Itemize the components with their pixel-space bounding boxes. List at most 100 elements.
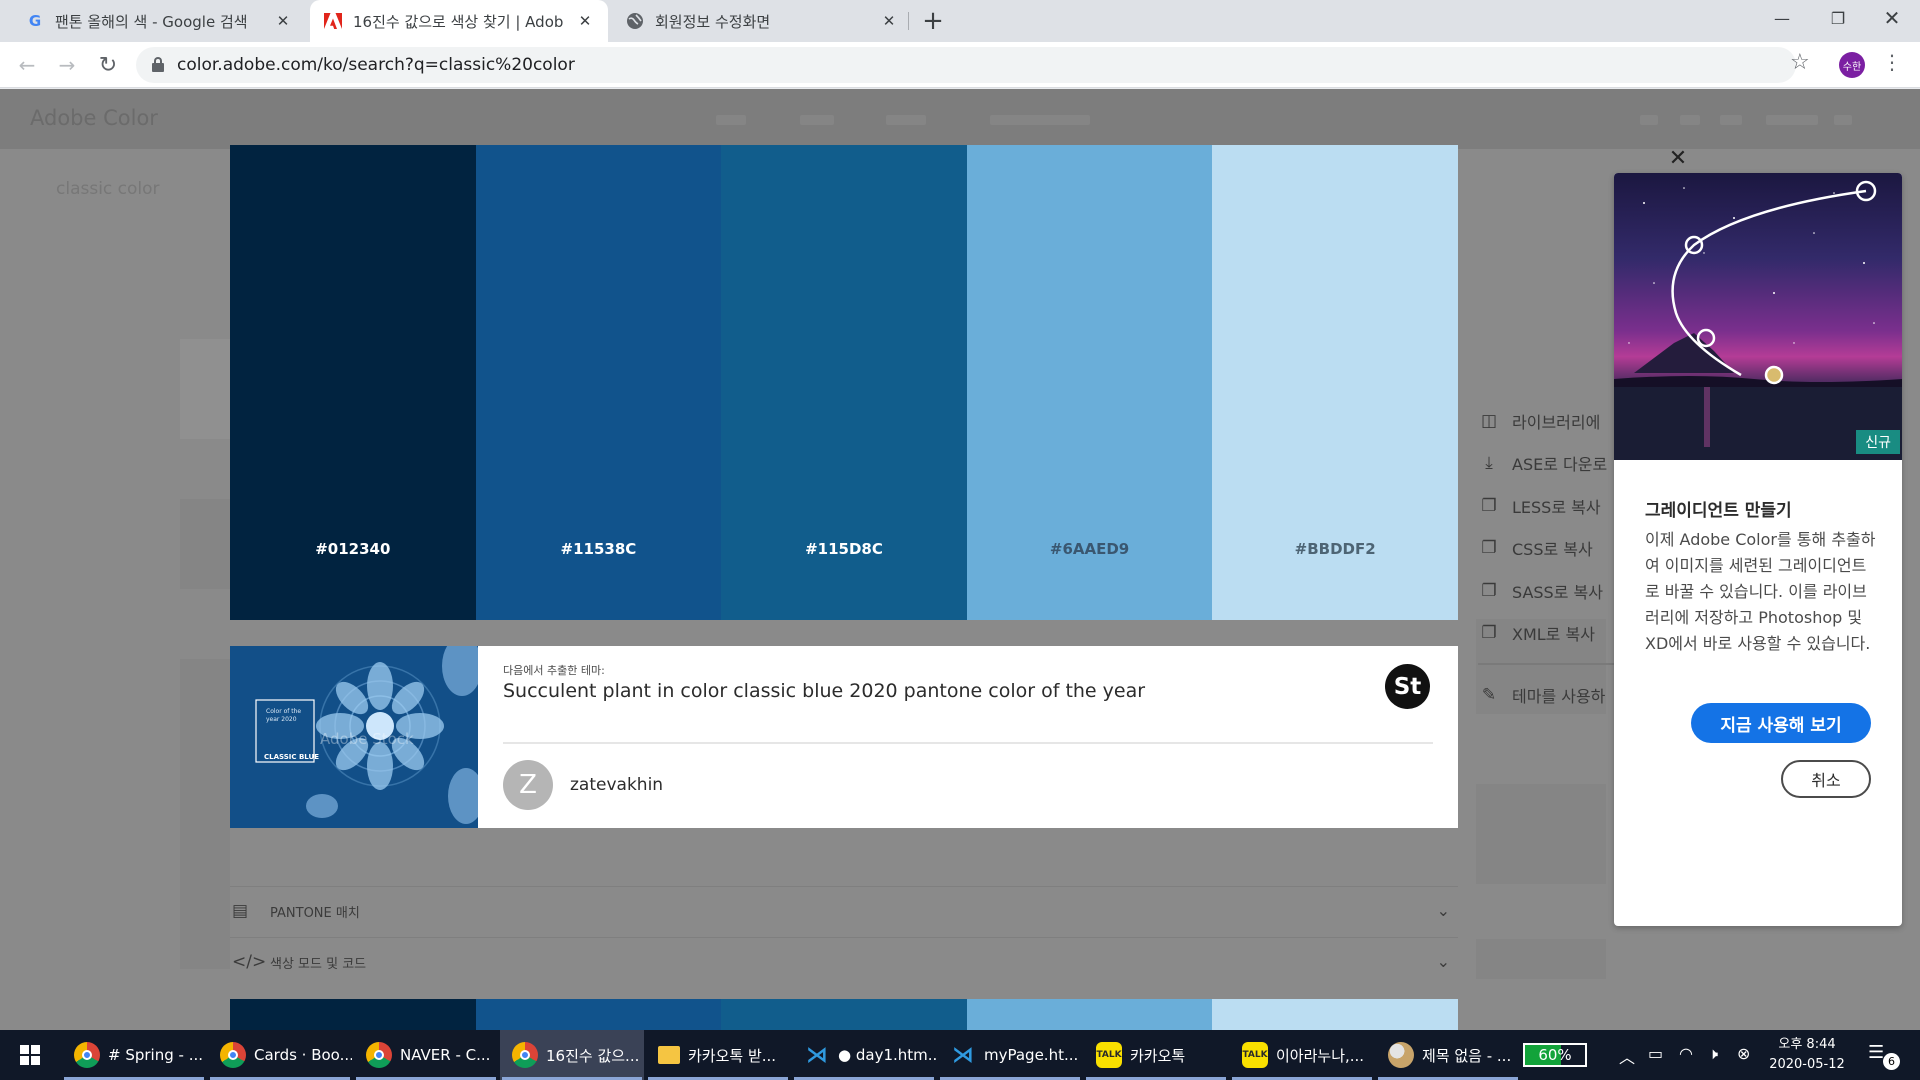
color-mode-section[interactable]: </> 색상 모드 및 코드 ⌄: [230, 937, 1458, 987]
color-swatch[interactable]: #BBDDF2: [1212, 145, 1458, 620]
next-palette-preview[interactable]: [230, 999, 1458, 1030]
battery-icon[interactable]: ▭: [1648, 1044, 1663, 1063]
color-swatch[interactable]: #11538C: [475, 145, 722, 620]
adobe-icon: [324, 12, 342, 30]
color-swatch[interactable]: #6AAED9: [966, 145, 1213, 620]
thumb-caption: Color of the: [266, 708, 302, 715]
copy-less-action[interactable]: ❐ LESS로 복사: [1478, 494, 1600, 518]
lock-icon[interactable]: [152, 57, 164, 73]
taskbar-item-kakaotalk[interactable]: TALK 이아라누나,...: [1230, 1030, 1374, 1080]
url-text[interactable]: color.adobe.com/ko/search?q=classic%20co…: [177, 55, 575, 75]
vscode-icon: ⋊: [952, 1042, 974, 1068]
swatch-hex-label[interactable]: #6AAED9: [967, 540, 1213, 558]
close-window-button[interactable]: ✕: [1864, 0, 1920, 36]
site-logo[interactable]: Adobe Color: [30, 106, 158, 130]
source-title[interactable]: Succulent plant in color classic blue 20…: [503, 680, 1145, 702]
swatch-hex-label[interactable]: #115D8C: [721, 540, 967, 558]
close-tab-icon[interactable]: ✕: [880, 12, 898, 30]
taskbar-item-kakaotalk[interactable]: TALK 카카오톡: [1084, 1030, 1228, 1080]
browser-menu-icon[interactable]: ⋮: [1882, 50, 1902, 74]
bookmark-star-icon[interactable]: ☆: [1790, 50, 1810, 75]
swatch-hex-label[interactable]: #BBDDF2: [1212, 540, 1458, 558]
windows-start-button[interactable]: [8, 1030, 52, 1080]
copy-icon: ❐: [1481, 496, 1497, 516]
download-ase-action[interactable]: ⤓ ASE로 다운로: [1478, 451, 1607, 475]
try-now-button[interactable]: 지금 사용해 보기: [1691, 703, 1871, 743]
taskbar-item-explorer[interactable]: 카카오톡 받...: [646, 1030, 790, 1080]
taskbar-item-chrome[interactable]: Cards · Boo...: [208, 1030, 352, 1080]
back-button[interactable]: ←: [12, 50, 42, 80]
maximize-button[interactable]: ❐: [1810, 0, 1866, 36]
card-divider: [503, 742, 1433, 744]
vscode-icon: ⋊: [806, 1042, 828, 1068]
clock-time: 오후 8:44: [1778, 1037, 1836, 1052]
taskbar-item-chrome[interactable]: # Spring - ...: [62, 1030, 206, 1080]
new-tab-button[interactable]: +: [918, 6, 948, 36]
battery-indicator[interactable]: 60%: [1523, 1043, 1587, 1067]
swatch-hex-label[interactable]: #11538C: [476, 540, 722, 558]
nav-ghost: [886, 115, 926, 125]
tab-title: 팬톤 올해의 색 - Google 검색: [55, 12, 248, 31]
minimize-button[interactable]: —: [1754, 0, 1810, 36]
tab-member-edit[interactable]: 회원정보 수정화면 ✕: [612, 0, 912, 42]
swatch-hex-label[interactable]: #012340: [230, 540, 476, 558]
chrome-icon: [74, 1042, 100, 1068]
chevron-down-icon[interactable]: ⌄: [1437, 952, 1450, 971]
use-theme-action[interactable]: ✎ 테마를 사용하: [1478, 683, 1606, 707]
taskbar-label: NAVER - C...: [400, 1046, 491, 1064]
address-bar[interactable]: color.adobe.com/ko/search?q=classic%20co…: [136, 47, 1796, 83]
color-palette: #012340 #11538C #115D8C #6AAED9 #BBDDF2: [230, 145, 1458, 620]
pantone-match-section[interactable]: ▤ PANTONE 매치 ⌄: [230, 886, 1458, 936]
nav-ghost: [1766, 115, 1818, 125]
clock-date: 2020-05-12: [1769, 1057, 1845, 1072]
copy-icon: ❐: [1481, 581, 1497, 601]
ime-icon[interactable]: ⊗: [1737, 1044, 1750, 1063]
close-tab-icon[interactable]: ✕: [274, 12, 292, 30]
kakaotalk-icon: TALK: [1096, 1042, 1122, 1068]
tab-adobe-color[interactable]: 16진수 값으로 색상 찾기 | Adob ✕: [310, 0, 608, 42]
notification-center-icon[interactable]: ☰ 6: [1868, 1042, 1900, 1070]
source-thumbnail[interactable]: Color of the year 2020 CLASSIC BLUE Adob…: [230, 646, 478, 828]
taskbar-item-chrome-active[interactable]: 16진수 값으...: [500, 1030, 644, 1080]
tab-google-search[interactable]: G 팬톤 올해의 색 - Google 검색 ✕: [12, 0, 306, 42]
pantone-icon: ▤: [232, 901, 249, 921]
reload-button[interactable]: ↻: [93, 50, 123, 80]
taskbar-item-chrome[interactable]: NAVER - C...: [354, 1030, 498, 1080]
search-field[interactable]: classic color: [56, 179, 160, 199]
color-swatch[interactable]: #012340: [230, 145, 476, 620]
volume-icon[interactable]: 🕨: [1708, 1044, 1718, 1064]
windows-logo-icon: [20, 1045, 40, 1065]
taskbar-item-vscode[interactable]: ⋊ myPage.ht...: [938, 1030, 1082, 1080]
popup-close-icon[interactable]: ✕: [1664, 144, 1692, 172]
close-tab-icon[interactable]: ✕: [576, 12, 594, 30]
adobe-stock-icon[interactable]: St: [1385, 664, 1430, 709]
background-tile: [1476, 784, 1606, 884]
taskbar-item-vscode[interactable]: ⋊ ● day1.htm...: [792, 1030, 936, 1080]
author-name[interactable]: zatevakhin: [570, 775, 663, 795]
taskbar-item-paint[interactable]: 제목 없음 - ...: [1376, 1030, 1520, 1080]
color-swatch[interactable]: #115D8C: [721, 145, 967, 620]
wifi-icon[interactable]: ◠: [1679, 1044, 1693, 1063]
tab-title: 16진수 값으로 색상 찾기 | Adob: [353, 12, 564, 31]
forward-button[interactable]: →: [52, 50, 82, 80]
copy-xml-action[interactable]: ❐ XML로 복사: [1478, 621, 1595, 645]
chevron-down-icon[interactable]: ⌄: [1437, 901, 1450, 920]
show-hidden-icons[interactable]: ︿: [1619, 1044, 1635, 1068]
popup-title: 그레이디언트 만들기: [1645, 501, 1792, 521]
system-clock[interactable]: 오후 8:44 2020-05-12: [1762, 1035, 1852, 1075]
taskbar-label: myPage.ht...: [984, 1046, 1079, 1064]
nav-ghost: [1680, 115, 1700, 125]
cancel-button[interactable]: 취소: [1781, 760, 1871, 798]
copy-css-action[interactable]: ❐ CSS로 복사: [1478, 536, 1592, 560]
download-icon: ⤓: [1485, 453, 1493, 473]
background-tile: [180, 499, 230, 589]
save-to-library-action[interactable]: ◫ 라이브러리에: [1478, 409, 1600, 433]
nav-ghost: [1640, 115, 1658, 125]
page-content: Adobe Color classic color #012340 #11538…: [0, 89, 1920, 1030]
background-tile: [1476, 939, 1606, 979]
profile-avatar[interactable]: 수한: [1839, 52, 1865, 78]
copy-icon: ❐: [1481, 623, 1497, 643]
copy-sass-action[interactable]: ❐ SASS로 복사: [1478, 579, 1603, 603]
popup-hero-image: 신규: [1614, 173, 1902, 460]
author-avatar[interactable]: Z: [503, 760, 553, 810]
